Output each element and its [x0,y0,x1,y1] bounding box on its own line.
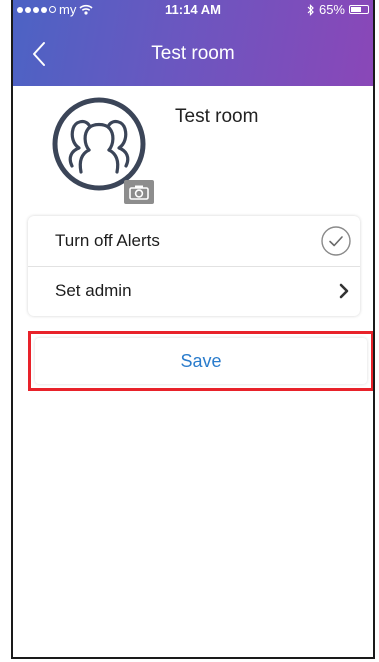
save-highlight: Save [28,331,373,391]
camera-icon [129,185,149,200]
change-photo-button[interactable] [124,180,154,204]
turn-off-alerts-row[interactable]: Turn off Alerts [28,216,360,267]
phone-screen: my 11:14 AM 65% Test room Test room Turn… [11,0,375,659]
set-admin-label: Set admin [55,281,132,300]
header-bar: my 11:14 AM 65% Test room [13,0,373,86]
save-button[interactable]: Save [35,338,367,384]
check-circle-icon[interactable] [320,225,352,257]
room-name: Test room [175,106,259,127]
chevron-right-icon [339,283,349,299]
turn-off-alerts-label: Turn off Alerts [55,231,160,250]
battery-percent: 65% [318,2,345,17]
battery-icon [349,5,369,14]
room-header: Test room [13,86,373,214]
status-bar: my 11:14 AM 65% [13,0,373,20]
group-avatar-icon [52,97,146,191]
status-right: 65% [307,2,369,17]
room-avatar[interactable] [51,96,147,192]
page-title: Test room [151,43,235,64]
set-admin-row[interactable]: Set admin [28,266,360,316]
bluetooth-icon [307,3,314,16]
battery-fill [351,7,361,12]
settings-card: Turn off Alerts Set admin [28,216,360,316]
nav-bar: Test room [13,26,373,82]
